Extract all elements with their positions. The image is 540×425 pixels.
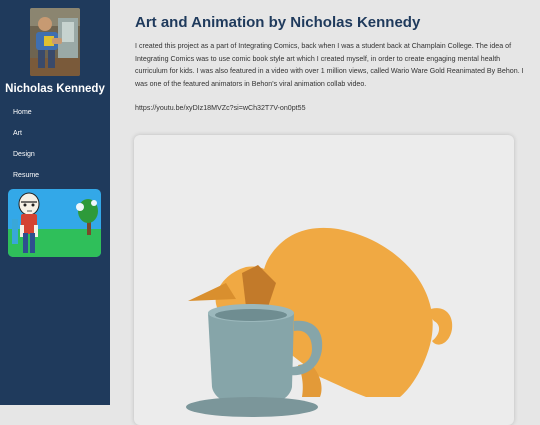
nav-item-home[interactable]: Home [13, 109, 39, 130]
video-link[interactable]: https://youtu.be/xyDIz18MVZc?si=wCh32T7V… [135, 104, 306, 112]
main-content: Art and Animation by Nicholas Kennedy I … [110, 0, 540, 425]
profile-photo [30, 8, 80, 76]
cat-in-mug-illustration [186, 227, 453, 417]
cartoon-thumbnail[interactable] [8, 189, 101, 257]
sidebar: Nicholas Kennedy Home Art Design Resume [0, 0, 110, 405]
nav-item-design[interactable]: Design [13, 151, 39, 172]
page-title: Art and Animation by Nicholas Kennedy [135, 14, 421, 31]
project-description: I created this project as a part of Inte… [135, 42, 524, 88]
site-name[interactable]: Nicholas Kennedy [0, 83, 110, 95]
sidebar-nav: Home Art Design Resume [13, 109, 39, 193]
nav-item-art[interactable]: Art [13, 130, 39, 151]
artwork-card [134, 135, 514, 425]
